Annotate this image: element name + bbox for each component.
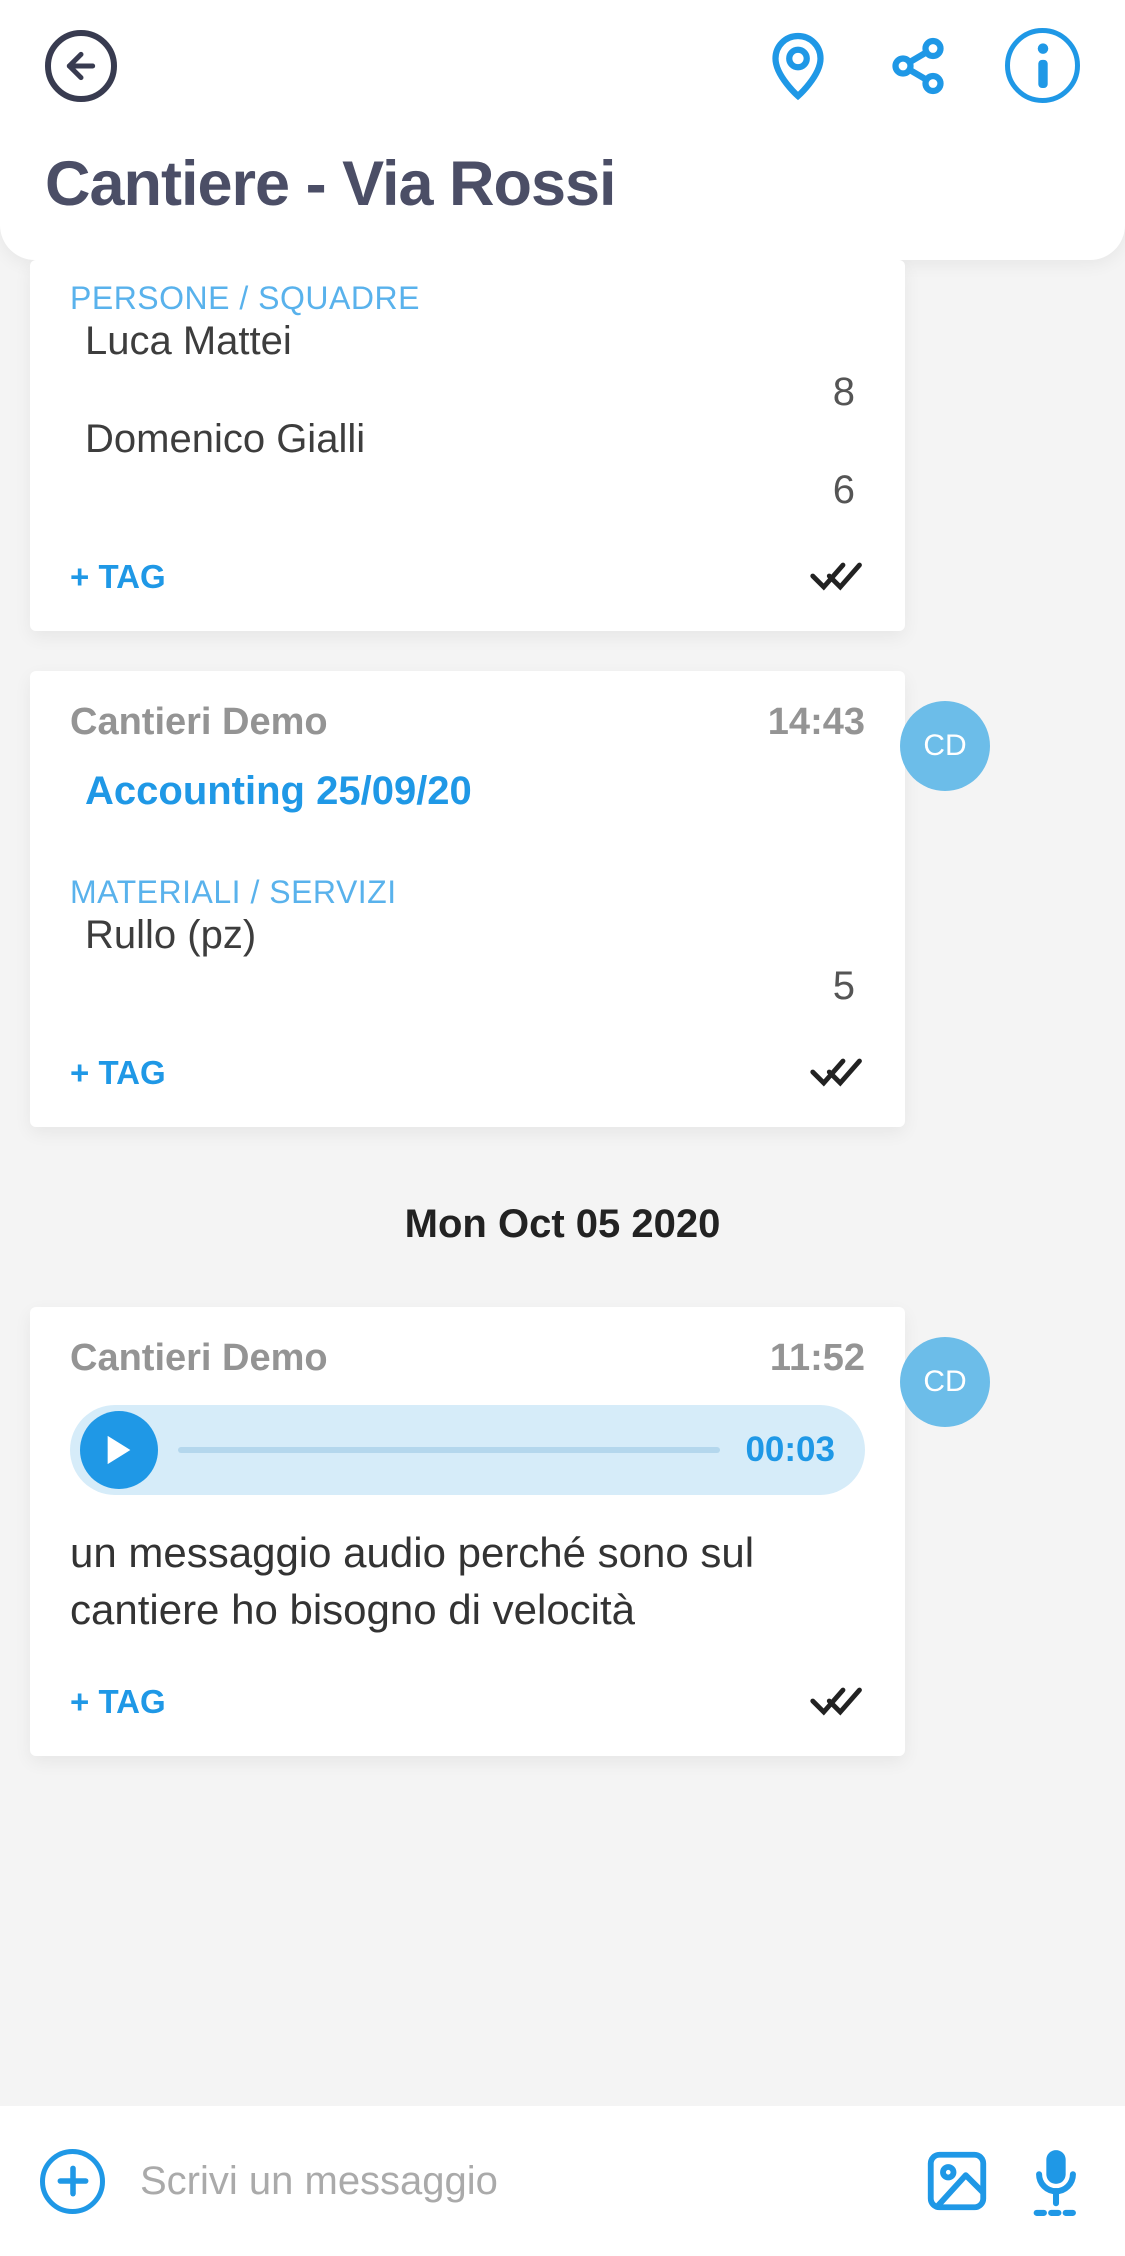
sender-name: Cantieri Demo — [70, 1337, 328, 1380]
composer: Scrivi un messaggio — [0, 2106, 1125, 2256]
image-icon — [922, 2146, 992, 2216]
item-name: Rullo (pz) — [85, 913, 865, 958]
message-card[interactable]: PERSONE / SQUADRE Luca Mattei 8 Domenico… — [30, 260, 905, 631]
person-qty: 6 — [70, 468, 855, 513]
share-button[interactable] — [885, 33, 950, 98]
microphone-icon — [1027, 2144, 1085, 2219]
person-name: Luca Mattei — [85, 319, 865, 364]
header-icons — [765, 28, 1080, 103]
message-card[interactable]: CD Cantieri Demo 11:52 00:03 un messaggi… — [30, 1307, 905, 1756]
voice-record-button[interactable] — [1027, 2144, 1085, 2219]
card-footer: + TAG — [70, 1054, 865, 1092]
item-qty: 5 — [70, 964, 855, 1009]
read-receipt-icon — [810, 1686, 865, 1721]
add-tag-button[interactable]: + TAG — [70, 1054, 166, 1092]
back-button[interactable] — [45, 30, 117, 102]
share-icon — [888, 36, 948, 96]
header-top — [45, 28, 1080, 103]
date-divider: Mon Oct 05 2020 — [30, 1202, 1095, 1247]
read-receipt-icon — [810, 561, 865, 596]
avatar[interactable]: CD — [900, 1337, 990, 1427]
read-receipt-icon — [810, 1057, 865, 1092]
avatar[interactable]: CD — [900, 701, 990, 791]
location-button[interactable] — [765, 33, 830, 98]
message-card[interactable]: CD Cantieri Demo 14:43 Accounting 25/09/… — [30, 671, 905, 1127]
add-tag-button[interactable]: + TAG — [70, 1683, 166, 1721]
page-title: Cantiere - Via Rossi — [45, 148, 1080, 220]
card-footer: + TAG — [70, 558, 865, 596]
info-button[interactable] — [1005, 28, 1080, 103]
message-feed[interactable]: PERSONE / SQUADRE Luca Mattei 8 Domenico… — [0, 260, 1125, 2086]
image-attach-button[interactable] — [922, 2146, 992, 2216]
message-input[interactable]: Scrivi un messaggio — [140, 2159, 887, 2204]
section-label: PERSONE / SQUADRE — [70, 280, 865, 317]
location-pin-icon — [768, 31, 828, 101]
card-header: Cantieri Demo 14:43 — [70, 701, 865, 744]
add-tag-button[interactable]: + TAG — [70, 558, 166, 596]
audio-progress[interactable] — [178, 1447, 720, 1453]
section-label: MATERIALI / SERVIZI — [70, 874, 865, 911]
add-attachment-button[interactable] — [40, 2149, 105, 2214]
audio-player[interactable]: 00:03 — [70, 1405, 865, 1495]
card-footer: + TAG — [70, 1683, 865, 1721]
info-icon — [1033, 43, 1053, 88]
accounting-link[interactable]: Accounting 25/09/20 — [85, 769, 865, 814]
play-icon — [104, 1433, 134, 1467]
card-header: Cantieri Demo 11:52 — [70, 1337, 865, 1380]
person-qty: 8 — [70, 370, 855, 415]
message-time: 14:43 — [768, 701, 865, 744]
sender-name: Cantieri Demo — [70, 701, 328, 744]
arrow-left-icon — [61, 46, 101, 86]
audio-duration: 00:03 — [745, 1430, 835, 1470]
message-time: 11:52 — [770, 1337, 865, 1380]
person-name: Domenico Gialli — [85, 417, 865, 462]
plus-icon — [54, 2162, 92, 2200]
audio-caption: un messaggio audio perché sono sul canti… — [70, 1525, 865, 1638]
header: Cantiere - Via Rossi — [0, 0, 1125, 260]
play-button[interactable] — [80, 1411, 158, 1489]
